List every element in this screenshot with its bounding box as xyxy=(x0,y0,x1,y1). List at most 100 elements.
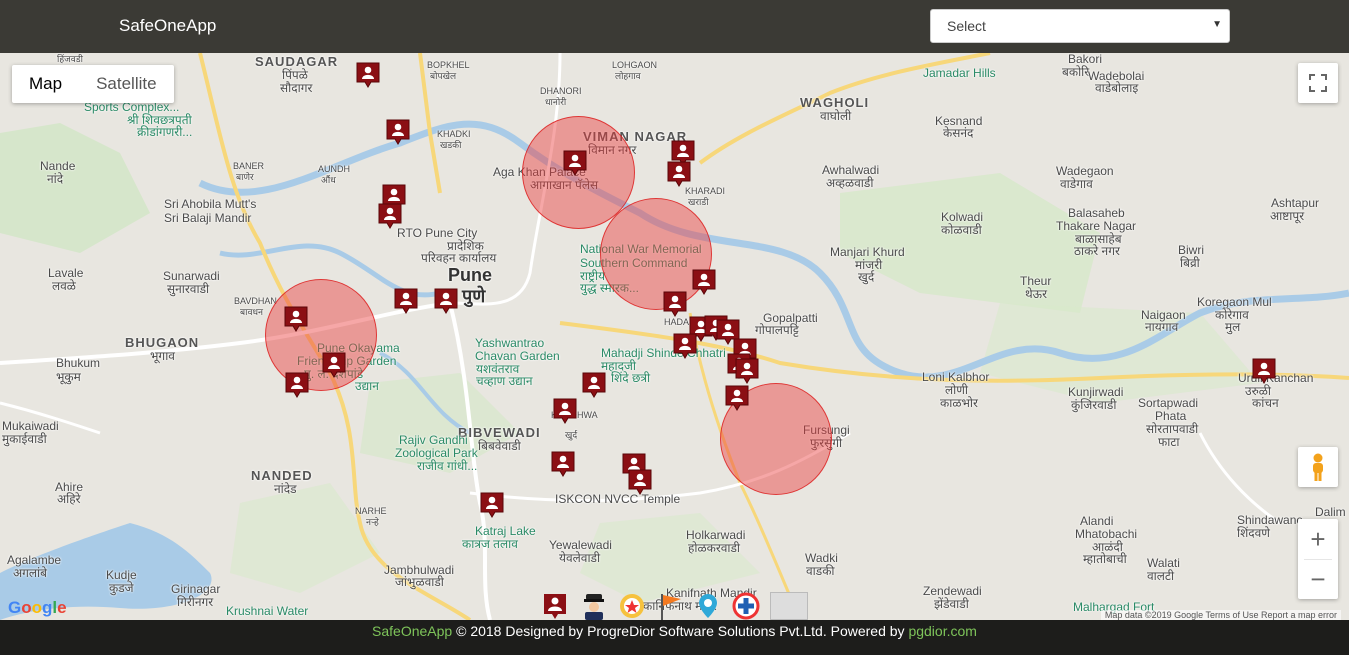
incident-marker-icon[interactable] xyxy=(386,119,410,145)
filter-select[interactable]: Select ▼ xyxy=(930,9,1230,43)
map-label: BHUGAON xyxy=(125,335,200,350)
incident-marker-icon[interactable] xyxy=(322,352,346,378)
map-type-control: Map Satellite xyxy=(12,65,174,103)
map-label: बोपखेल xyxy=(430,71,457,81)
map-label: वालटी xyxy=(1147,569,1175,583)
fullscreen-button[interactable] xyxy=(1298,63,1338,103)
map-label: अगलांबे xyxy=(13,566,48,580)
map-label: Bhukum xyxy=(56,356,101,370)
zoom-out-button[interactable]: − xyxy=(1298,560,1338,599)
map-label: काळभोर xyxy=(940,396,978,410)
map-label: आष्टापूर xyxy=(1270,209,1305,223)
map-label: लोहगाव xyxy=(615,71,641,81)
zoom-in-button[interactable]: + xyxy=(1298,519,1338,559)
map-label: सुनारवाडी xyxy=(167,282,210,296)
map-label: नांदे xyxy=(47,172,64,186)
map-label: फाटा xyxy=(1158,435,1180,449)
award-badge-icon[interactable] xyxy=(618,592,646,620)
map-label: मुल xyxy=(1225,320,1241,334)
map-label: कुडजे xyxy=(109,581,134,595)
map-label: अहिरे xyxy=(57,492,81,506)
map-label: नऱ्हे xyxy=(366,517,379,527)
incident-marker-icon[interactable] xyxy=(480,492,504,518)
location-pin-icon[interactable] xyxy=(694,592,722,620)
map-label: बावधन xyxy=(240,307,264,317)
map-label: शिंदे छत्री xyxy=(611,371,651,385)
hospital-cross-icon[interactable] xyxy=(732,592,760,620)
map-label: उद्यान xyxy=(355,379,379,393)
map-label: Jamadar Hills xyxy=(923,66,996,80)
pegman-icon xyxy=(1313,453,1323,481)
map-label: क्रीडांगणरी... xyxy=(137,125,193,139)
person-marker-icon[interactable] xyxy=(542,592,570,620)
map-attribution[interactable]: Map data ©2019 Google Terms of Use Repor… xyxy=(1100,610,1341,620)
map-type-map-button[interactable]: Map xyxy=(12,65,79,103)
incident-marker-icon[interactable] xyxy=(582,372,606,398)
incident-marker-icon[interactable] xyxy=(725,385,749,411)
map-label: वाडेगाव xyxy=(1060,177,1093,191)
flag-icon[interactable] xyxy=(656,592,684,620)
incident-marker-icon[interactable] xyxy=(735,358,759,384)
map-label: येवलेवाडी xyxy=(559,551,601,565)
map-label: बिव्री xyxy=(1180,256,1200,270)
blank-icon[interactable] xyxy=(770,592,808,620)
map-label: खुर्द xyxy=(565,430,578,440)
incident-marker-icon[interactable] xyxy=(284,306,308,332)
map-canvas[interactable]: SAUDAGAR पिंपळे सौदागर VIMAN NAGAR विमान… xyxy=(0,53,1349,620)
map-label: बकोरि xyxy=(1062,65,1090,79)
map-label: वाघोली xyxy=(820,109,852,123)
map-label: परिवहन कार्यालय xyxy=(421,251,497,265)
incident-marker-icon[interactable] xyxy=(673,333,697,359)
map-label: म्हातोबाची xyxy=(1083,552,1127,566)
map-label: अव्हळवाडी xyxy=(826,176,874,190)
fullscreen-icon xyxy=(1309,74,1327,92)
map-label: नांदेड xyxy=(274,482,297,496)
incident-marker-icon[interactable] xyxy=(434,288,458,314)
map-label: खराडी xyxy=(688,197,709,207)
map-label: वाडकी xyxy=(806,564,835,578)
map-label: भूकुम xyxy=(56,370,81,384)
incident-marker-icon[interactable] xyxy=(692,269,716,295)
footer-link[interactable]: pgdior.com xyxy=(908,623,976,639)
incident-marker-icon[interactable] xyxy=(553,398,577,424)
map-label: होळकरवाडी xyxy=(688,541,741,555)
app-brand[interactable]: SafeOneApp xyxy=(119,16,216,36)
incident-marker-icon[interactable] xyxy=(356,62,380,88)
street-view-pegman-button[interactable] xyxy=(1298,447,1338,487)
footer-app-name[interactable]: SafeOneApp xyxy=(372,623,452,639)
incident-marker-icon[interactable] xyxy=(378,203,402,229)
incident-marker-icon[interactable] xyxy=(663,291,687,317)
city-label-pune: Pune xyxy=(448,265,493,285)
footer-text: © 2018 Designed by ProgreDior Software S… xyxy=(452,623,909,639)
map-label: Dalim xyxy=(1315,505,1346,519)
map-label: भूगाव xyxy=(150,349,175,363)
incident-marker-icon[interactable] xyxy=(628,469,652,495)
map-label: ISKCON NVCC Temple xyxy=(555,492,681,506)
map-label: चव्हाण उद्यान xyxy=(476,374,533,388)
map-type-satellite-button[interactable]: Satellite xyxy=(79,65,173,103)
incident-marker-icon[interactable] xyxy=(394,288,418,314)
map-label: सौदागर xyxy=(280,81,313,95)
incident-marker-icon[interactable] xyxy=(551,451,575,477)
map-label: औंध xyxy=(321,175,336,185)
map-label: कोळवाडी xyxy=(941,223,982,237)
incident-marker-icon[interactable] xyxy=(563,150,587,176)
google-logo[interactable]: Google xyxy=(8,598,67,618)
map-label: धानोरी xyxy=(545,97,567,107)
danger-zone-circle[interactable] xyxy=(265,279,377,391)
incident-marker-icon[interactable] xyxy=(667,161,691,187)
map-label: मुकाईवाडी xyxy=(2,432,47,446)
map-label: कुंजिरवाडी xyxy=(1071,398,1117,412)
zoom-control: + − xyxy=(1298,519,1338,599)
map-label: बाणेर xyxy=(236,172,254,182)
incident-marker-icon[interactable] xyxy=(1252,358,1276,384)
map-label: खडकी xyxy=(440,140,462,150)
map-label: कात्रज तलाव xyxy=(462,537,518,551)
map-label: कांचन xyxy=(1252,396,1279,410)
police-icon[interactable] xyxy=(580,592,608,620)
incident-marker-icon[interactable] xyxy=(285,372,309,398)
map-label: गिरीनगर xyxy=(177,595,214,609)
map-label: राजीव गांधी... xyxy=(417,459,478,473)
map-label: नायगाव xyxy=(1145,320,1179,334)
map-label: बिबवेवाडी xyxy=(478,439,521,453)
